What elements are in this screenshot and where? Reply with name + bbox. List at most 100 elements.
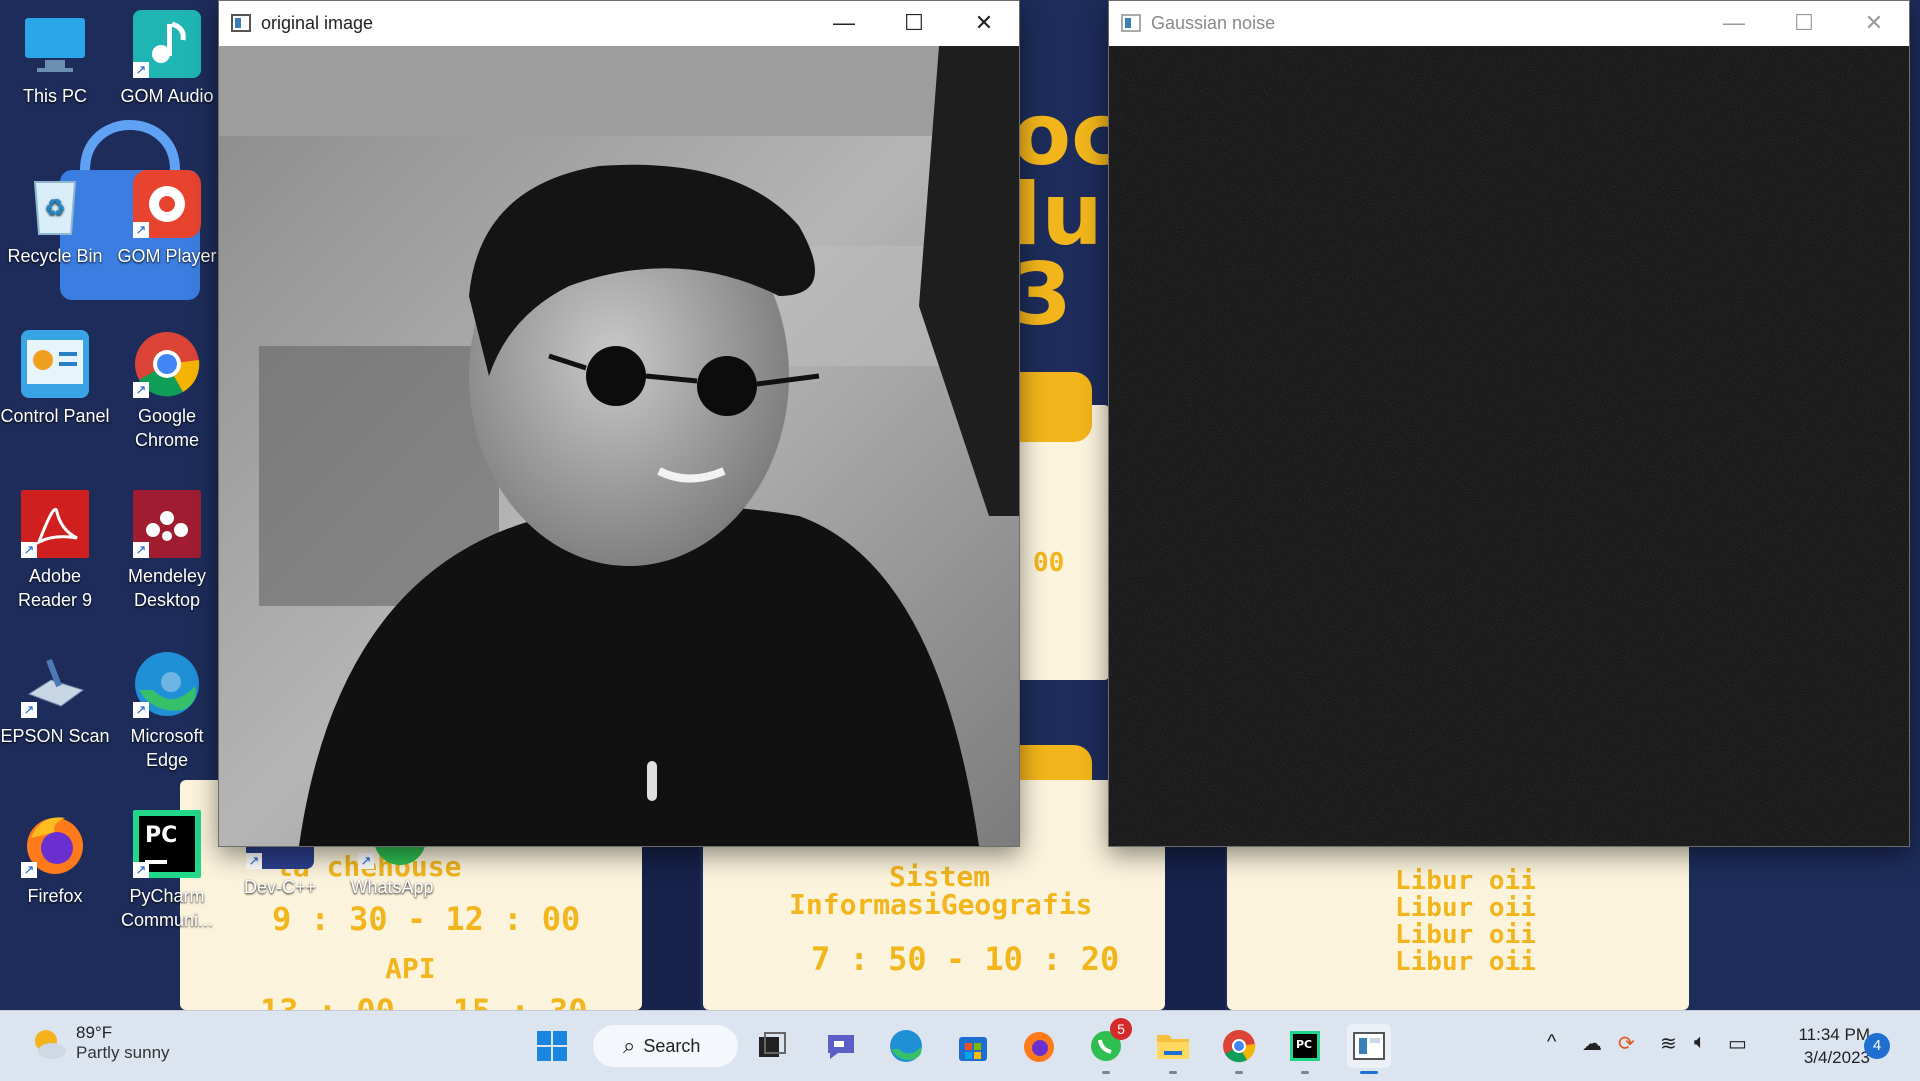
noise-image	[1109, 46, 1909, 846]
sync-icon[interactable]: ⟳	[1618, 1031, 1635, 1056]
card2-title2: InformasiGeografis	[789, 888, 1093, 921]
volume-icon[interactable]: 🔈︎	[1694, 1031, 1706, 1054]
desktop-icon-recycle-bin[interactable]: ♻ Recycle Bin	[0, 160, 110, 268]
desktop-icon-gom-player[interactable]: ↗ GOM Player	[112, 160, 222, 268]
edge-icon	[890, 1030, 922, 1062]
clock[interactable]: 11:34 PM 3/4/2023	[1770, 1023, 1870, 1069]
desktop-icon-label: GOM Player	[117, 246, 217, 266]
card2-time: 7 : 50 - 10 : 20	[811, 940, 1120, 978]
shortcut-arrow-icon: ↗	[133, 542, 149, 558]
shortcut-arrow-icon: ↗	[133, 862, 149, 878]
clock-date: 3/4/2023	[1803, 1048, 1870, 1067]
battery-icon[interactable]: ▭	[1728, 1031, 1747, 1056]
desktop-icon-google-chrome[interactable]: ↗ Google Chrome	[112, 320, 222, 452]
desktop-icon-pycharm[interactable]: PC ↗ PyCharm Communi...	[112, 800, 222, 932]
notification-count-badge[interactable]: 4	[1864, 1033, 1890, 1059]
shortcut-arrow-icon: ↗	[133, 702, 149, 718]
desktop-icon-epson-scan[interactable]: ↗ EPSON Scan	[0, 640, 110, 748]
start-button[interactable]	[530, 1024, 574, 1068]
desktop-icon-firefox[interactable]: ↗ Firefox	[0, 800, 110, 908]
desktop-icon-control-panel[interactable]: Control Panel	[0, 320, 110, 428]
desktop-icon-gom-audio[interactable]: ↗ GOM Audio	[112, 0, 222, 108]
search-icon: ⌕	[623, 1033, 636, 1058]
desktop-icon-microsoft-edge[interactable]: ↗ Microsoft Edge	[112, 640, 222, 772]
monitor-icon	[21, 10, 89, 78]
card1-time2: 13 : 00 - 15 : 30	[260, 992, 588, 1010]
svg-text:♻: ♻	[44, 195, 66, 222]
mendeley-icon: ↗	[133, 490, 201, 558]
running-indicator	[1102, 1071, 1110, 1074]
close-button[interactable]: ✕	[1839, 1, 1909, 45]
search-box[interactable]: ⌕ Search	[593, 1025, 738, 1067]
shortcut-arrow-icon: ↗	[133, 222, 149, 238]
window-gaussian-noise[interactable]: Gaussian noise — ☐ ✕	[1108, 0, 1910, 847]
onedrive-icon[interactable]: ☁	[1582, 1031, 1602, 1056]
maximize-button[interactable]: ☐	[1769, 1, 1839, 45]
desktop-icon-label: PyCharm Communi...	[120, 886, 214, 930]
weather-widget[interactable]: 89°F Partly sunny	[28, 1023, 170, 1063]
recycle-bin-icon: ♻	[21, 170, 89, 238]
task-view-button[interactable]	[750, 1024, 794, 1068]
taskbar-firefox[interactable]	[1017, 1024, 1061, 1068]
desktop-icon-label: Microsoft Edge	[130, 726, 204, 770]
desktop-icon-mendeley[interactable]: ↗ Mendeley Desktop	[112, 480, 222, 612]
taskbar-edge[interactable]	[884, 1024, 928, 1068]
firefox-icon: ↗	[21, 810, 89, 878]
taskbar-opencv-python[interactable]	[1347, 1024, 1391, 1074]
card3-line: Libur oii	[1395, 893, 1536, 923]
minimize-button[interactable]: —	[1699, 1, 1769, 45]
wifi-icon[interactable]: ≋	[1660, 1031, 1677, 1056]
close-button[interactable]: ✕	[949, 1, 1019, 45]
whatsapp-unread-badge: 5	[1110, 1018, 1132, 1040]
window-original-image[interactable]: original image — ☐ ✕	[218, 0, 1020, 847]
chrome-icon	[1223, 1030, 1256, 1063]
show-hidden-icons-button[interactable]: ^	[1547, 1031, 1556, 1054]
opencv-window-icon	[231, 14, 251, 32]
desktop-icon-label: Recycle Bin	[7, 246, 103, 266]
opencv-window-icon	[1353, 1032, 1385, 1060]
firefox-icon	[1024, 1032, 1054, 1062]
control-panel-icon	[21, 330, 89, 398]
desktop-icon-label: Mendeley Desktop	[127, 566, 207, 610]
desktop-icon-adobe-reader[interactable]: ↗ Adobe Reader 9	[0, 480, 110, 612]
desktop-icon-label: This PC	[22, 86, 87, 106]
taskbar-pycharm[interactable]: PC	[1283, 1024, 1327, 1074]
title-bar[interactable]: original image — ☐ ✕	[219, 1, 1019, 45]
grayscale-portrait-image	[219, 46, 1019, 846]
taskbar-teams-chat[interactable]	[819, 1024, 863, 1068]
search-label: Search	[643, 1035, 701, 1056]
shortcut-arrow-icon: ↗	[21, 542, 37, 558]
opencv-window-icon	[1121, 14, 1141, 32]
desktop-icon-label: Control Panel	[0, 406, 110, 426]
taskbar-chrome[interactable]	[1217, 1024, 1261, 1074]
wallpaper-small-text: 00	[1033, 548, 1065, 578]
card1-line2: API	[385, 952, 436, 985]
shortcut-arrow-icon: ↗	[133, 382, 149, 398]
running-indicator	[1360, 1071, 1378, 1074]
edge-icon: ↗	[133, 650, 201, 718]
window-controls: — ☐ ✕	[1699, 1, 1909, 45]
running-indicator	[1301, 1071, 1309, 1074]
desktop-icon-label: Firefox	[27, 886, 83, 906]
desktop-icon-label: WhatsApp	[350, 877, 434, 897]
adobe-reader-icon: ↗	[21, 490, 89, 558]
gom-player-icon: ↗	[133, 170, 201, 238]
taskbar: 89°F Partly sunny ⌕ Search 5 PC ^ ☁ ⟳ ≋ …	[0, 1010, 1920, 1081]
desktop-icon-this-pc[interactable]: This PC	[0, 0, 110, 108]
shortcut-arrow-icon: ↗	[133, 62, 149, 78]
original-image-canvas	[219, 46, 1019, 846]
title-bar[interactable]: Gaussian noise — ☐ ✕	[1109, 1, 1909, 45]
clock-time: 11:34 PM	[1798, 1025, 1870, 1044]
pycharm-icon: PC ↗	[133, 810, 201, 878]
minimize-button[interactable]: —	[809, 1, 879, 45]
maximize-button[interactable]: ☐	[879, 1, 949, 45]
shortcut-arrow-icon: ↗	[246, 853, 262, 869]
taskbar-microsoft-store[interactable]	[951, 1024, 995, 1068]
card1-time1: 9 : 30 - 12 : 00	[272, 900, 581, 938]
scanner-icon: ↗	[21, 650, 89, 718]
taskbar-file-explorer[interactable]	[1151, 1024, 1195, 1074]
taskbar-whatsapp[interactable]: 5	[1084, 1018, 1132, 1074]
weather-temp: 89°F	[76, 1023, 113, 1042]
music-note-icon: ↗	[133, 10, 201, 78]
task-view-icon	[759, 1032, 786, 1057]
